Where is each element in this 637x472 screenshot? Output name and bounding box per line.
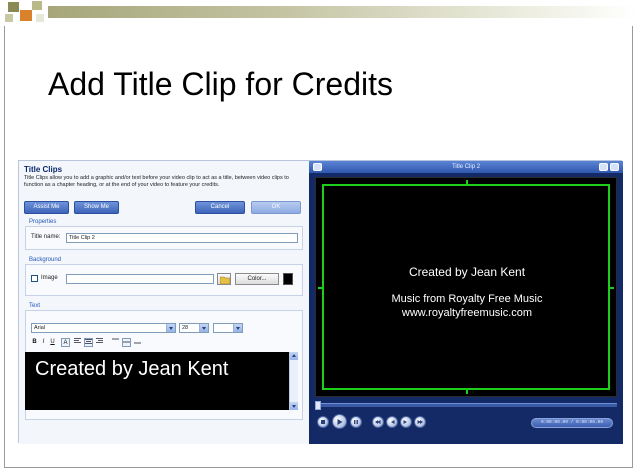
font-select[interactable]: Arial xyxy=(31,323,176,333)
rewind-button[interactable] xyxy=(386,416,398,428)
guide-tick xyxy=(318,287,324,289)
assist-me-button[interactable]: Assist Me xyxy=(24,201,69,214)
preview-title: Title Clip 2 xyxy=(451,164,481,170)
seek-thumb[interactable] xyxy=(315,401,321,410)
color-button[interactable]: Color... xyxy=(235,273,279,285)
browse-folder-button[interactable] xyxy=(217,273,231,285)
folder-icon xyxy=(220,276,230,284)
slide: Add Title Clip for Credits Title Clips T… xyxy=(0,0,637,472)
line-middle-icon[interactable] xyxy=(122,338,131,347)
play-button[interactable] xyxy=(332,414,347,429)
title-name-field[interactable]: Title Clip 2 xyxy=(66,233,298,243)
title-clips-panel: Title Clips Title Clips allow you to add… xyxy=(19,161,309,444)
fullscreen-icon[interactable] xyxy=(599,163,608,171)
movie-maker-screenshot: Title Clips Title Clips allow you to add… xyxy=(18,160,623,444)
preview-line-credit: Created by Jean Kent xyxy=(408,265,526,279)
align-right-icon[interactable] xyxy=(95,338,104,347)
image-path-field[interactable] xyxy=(66,274,214,284)
font-size-value: 28 xyxy=(182,325,189,331)
seek-bar[interactable] xyxy=(315,401,617,410)
cancel-button[interactable]: Cancel xyxy=(195,201,245,214)
panel-description: Title Clips allow you to add a graphic a… xyxy=(24,175,289,188)
image-checkbox[interactable] xyxy=(31,275,38,282)
guide-tick xyxy=(608,287,614,289)
scroll-up-icon[interactable] xyxy=(290,352,298,360)
next-frame-button[interactable] xyxy=(414,416,426,428)
preview-line-url: www.royaltyfreemusic.com xyxy=(401,307,533,319)
ok-button[interactable]: OK xyxy=(251,201,301,214)
line-bottom-icon[interactable] xyxy=(133,338,142,347)
guide-tick xyxy=(466,180,468,186)
properties-label: Properties xyxy=(29,219,57,225)
background-label: Background xyxy=(29,257,62,263)
text-editor-scrollbar[interactable] xyxy=(289,352,298,410)
panel-heading: Title Clips xyxy=(24,165,63,174)
font-value: Arial xyxy=(34,325,46,331)
show-me-button[interactable]: Show Me xyxy=(74,201,119,214)
title-name-label: Title name: xyxy=(31,234,61,240)
text-editor[interactable]: Created by Jean Kent xyxy=(25,352,297,410)
preview-line-music: Music from Royalty Free Music xyxy=(391,293,543,305)
stop-button[interactable] xyxy=(317,416,329,428)
preview-screen: Created by Jean Kent Music from Royalty … xyxy=(315,177,617,397)
detach-icon[interactable] xyxy=(610,163,619,171)
pause-button[interactable] xyxy=(350,416,362,428)
previous-frame-button[interactable] xyxy=(372,416,384,428)
forward-button[interactable] xyxy=(400,416,412,428)
text-color-select[interactable] xyxy=(213,323,243,333)
align-left-icon[interactable] xyxy=(73,338,82,347)
bold-button[interactable]: B xyxy=(31,338,38,347)
timecode-display: 0:00:00.00 / 0:00:06.00 xyxy=(531,418,613,428)
align-center-icon[interactable] xyxy=(84,338,93,347)
scroll-down-icon[interactable] xyxy=(290,402,298,410)
font-size-select[interactable]: 28 xyxy=(179,323,209,333)
slide-title: Add Title Clip for Credits xyxy=(48,66,394,102)
chevron-down-icon xyxy=(199,324,208,332)
text-label: Text xyxy=(29,303,41,309)
line-style-icon[interactable] xyxy=(111,338,120,347)
guide-tick xyxy=(466,388,468,394)
safe-area-guide xyxy=(322,184,610,390)
italic-button[interactable]: I xyxy=(40,338,47,347)
preview-panel: Title Clip 2 Created by Jean Kent Music … xyxy=(309,161,623,444)
chevron-down-icon xyxy=(166,324,175,332)
underline-button[interactable]: U xyxy=(49,338,56,347)
header-bar xyxy=(48,6,637,18)
image-label: Image xyxy=(41,275,58,281)
color-swatch[interactable] xyxy=(283,273,293,285)
chevron-down-icon xyxy=(233,324,242,332)
text-style-button[interactable]: A xyxy=(61,338,70,347)
